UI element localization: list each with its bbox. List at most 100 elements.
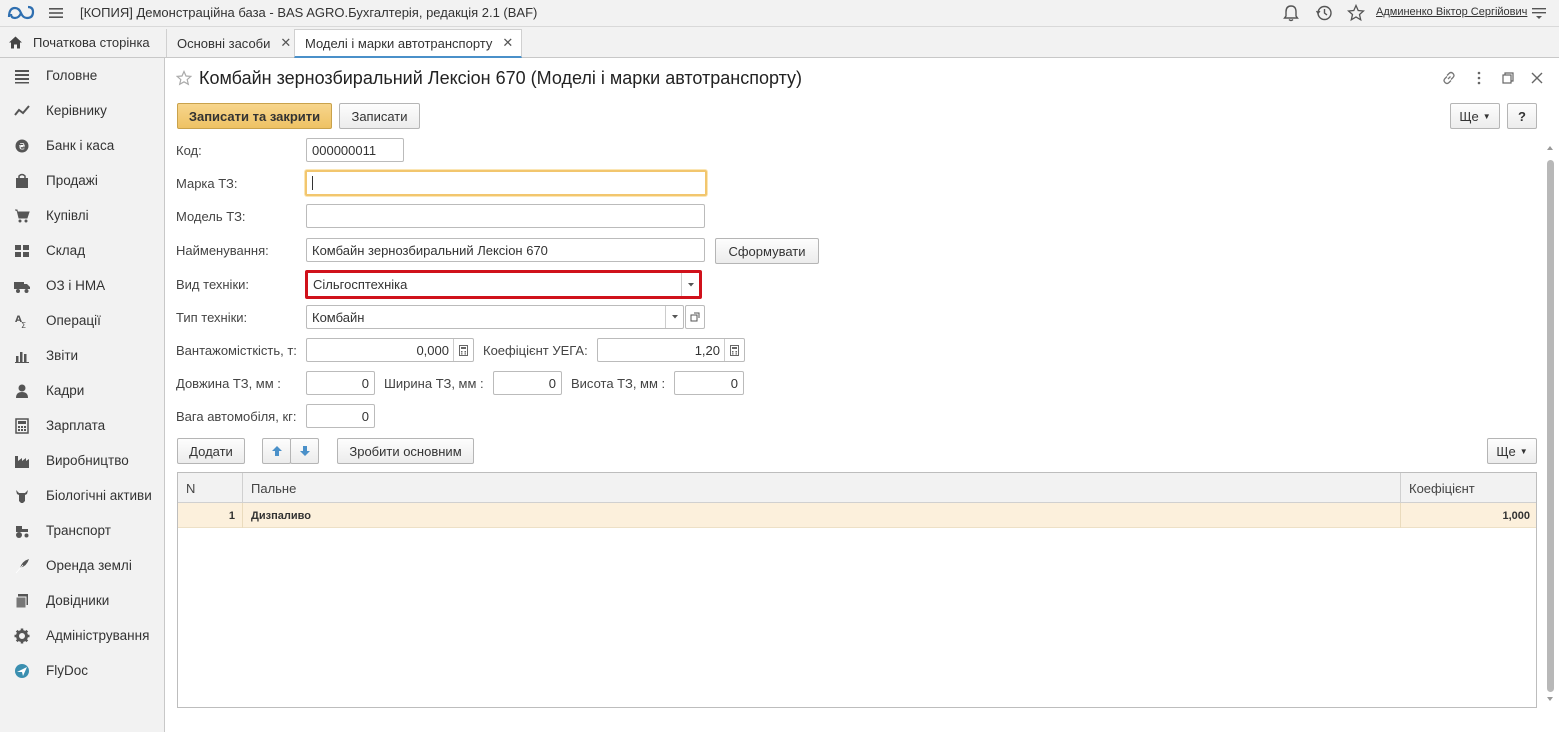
- table-more-button[interactable]: Ще ▼: [1487, 438, 1537, 464]
- vertical-scrollbar[interactable]: [1547, 160, 1554, 692]
- sidebar-item-operations[interactable]: AΣ Операції: [0, 303, 164, 338]
- height-field[interactable]: 0: [674, 371, 744, 395]
- settings-menu-icon[interactable]: [1530, 4, 1548, 22]
- link-icon[interactable]: [1441, 70, 1457, 86]
- add-row-button[interactable]: Додати: [177, 438, 245, 464]
- table-row[interactable]: 1 Дизпаливо 1,000: [178, 503, 1536, 528]
- sidebar-item-transport[interactable]: Транспорт: [0, 513, 164, 548]
- sidebar-item-main[interactable]: Головне: [0, 58, 164, 93]
- sidebar-item-administration[interactable]: Адміністрування: [0, 618, 164, 653]
- home-icon: [9, 36, 22, 48]
- tab-home[interactable]: Початкова сторінка: [0, 27, 165, 57]
- close-icon[interactable]: ✕: [280, 35, 291, 51]
- sidebar-item-reports[interactable]: Звіти: [0, 338, 164, 373]
- type-label: Тип техніки:: [176, 310, 248, 325]
- brand-field[interactable]: [305, 170, 707, 196]
- sidebar-item-purchases[interactable]: Купівлі: [0, 198, 164, 233]
- vehicle-type-value: Комбайн: [312, 309, 365, 325]
- hamburger-menu-icon[interactable]: [48, 5, 64, 21]
- sidebar-item-warehouse[interactable]: Склад: [0, 233, 164, 268]
- operations-icon: AΣ: [15, 315, 26, 329]
- scroll-up-icon[interactable]: [1546, 145, 1554, 151]
- vehicle-kind-value: Сільгосптехніка: [313, 277, 408, 292]
- sidebar-item-fixed-assets[interactable]: ОЗ і НМА: [0, 268, 164, 303]
- sidebar-item-directories[interactable]: Довідники: [0, 583, 164, 618]
- make-main-button[interactable]: Зробити основним: [337, 438, 474, 464]
- person-icon: [16, 384, 28, 398]
- more-vertical-icon[interactable]: [1471, 70, 1487, 86]
- dropdown-button[interactable]: [665, 306, 683, 328]
- open-item-button[interactable]: [685, 305, 705, 329]
- sidebar-item-label: Керівнику: [46, 103, 107, 118]
- sidebar-item-manager[interactable]: Керівнику: [0, 93, 164, 128]
- move-up-button[interactable]: [262, 438, 291, 464]
- tab-home-label: Початкова сторінка: [33, 34, 150, 50]
- text-cursor: [312, 176, 313, 190]
- chevron-down-icon: ▼: [1519, 446, 1528, 456]
- close-icon[interactable]: ✕: [502, 35, 513, 51]
- save-and-close-button[interactable]: Записати та закрити: [177, 103, 332, 129]
- column-header-n[interactable]: N: [178, 473, 243, 503]
- sidebar-item-label: Склад: [46, 243, 86, 258]
- sidebar-item-salary[interactable]: Зарплата: [0, 408, 164, 443]
- bar-chart-icon: [15, 352, 29, 363]
- gear-icon: [14, 628, 30, 644]
- flydoc-icon: [15, 664, 29, 678]
- tab-vehicle-models[interactable]: Моделі і марки автотранспорту ✕: [294, 29, 523, 58]
- close-icon[interactable]: [1529, 70, 1545, 86]
- width-field[interactable]: 0: [493, 371, 562, 395]
- sidebar-item-label: Купівлі: [46, 208, 89, 223]
- favorites-star-icon[interactable]: [1347, 4, 1365, 22]
- name-field[interactable]: Комбайн зернозбиральний Лексіон 670: [306, 238, 705, 262]
- sidebar-item-production[interactable]: Виробництво: [0, 443, 164, 478]
- sidebar-item-bio-assets[interactable]: Біологічні активи: [0, 478, 164, 513]
- title-bar: [КОПИЯ] Демонстраційна база - BAS AGRO.Б…: [0, 0, 1559, 27]
- vehicle-type-select[interactable]: Комбайн: [306, 305, 684, 329]
- history-icon[interactable]: [1315, 4, 1333, 22]
- move-down-button[interactable]: [290, 438, 319, 464]
- sidebar-item-label: Банк і каса: [46, 138, 115, 153]
- more-button[interactable]: Ще ▼: [1450, 103, 1500, 129]
- sidebar-item-label: ОЗ і НМА: [46, 278, 106, 293]
- sidebar-item-sales[interactable]: Продажі: [0, 163, 164, 198]
- code-field[interactable]: 000000011: [306, 138, 404, 162]
- generate-button[interactable]: Сформувати: [715, 238, 819, 264]
- vehicle-kind-select[interactable]: Сільгосптехніка: [305, 270, 702, 299]
- calculator-button[interactable]: [453, 339, 473, 361]
- capacity-value: 0,000: [416, 342, 449, 358]
- weight-field[interactable]: 0: [306, 404, 375, 428]
- dropdown-button[interactable]: [681, 273, 699, 296]
- restore-window-icon[interactable]: [1500, 70, 1516, 86]
- fuel-table[interactable]: N Пальне Коефіцієнт 1 Дизпаливо 1,000: [177, 472, 1537, 708]
- tab-fixed-assets[interactable]: Основні засоби ✕: [166, 29, 301, 57]
- app-logo-icon[interactable]: [6, 3, 36, 23]
- truck-icon: [14, 282, 30, 293]
- user-name-link[interactable]: Админенко Віктор Сергійович: [1376, 6, 1527, 18]
- calculator-button[interactable]: [724, 339, 744, 361]
- sidebar-item-label: Звіти: [46, 348, 79, 363]
- sidebar-item-label: Біологічні активи: [46, 488, 152, 503]
- model-field[interactable]: [306, 204, 705, 228]
- coin-icon: ₴: [15, 139, 29, 153]
- height-label: Висота ТЗ, мм :: [571, 376, 666, 391]
- bell-icon[interactable]: [1282, 4, 1300, 22]
- scroll-down-icon[interactable]: [1546, 696, 1554, 702]
- sidebar-item-bank[interactable]: ₴ Банк і каса: [0, 128, 164, 163]
- sidebar-item-label: FlyDoc: [46, 663, 89, 678]
- chevron-down-icon: [671, 315, 678, 319]
- help-button[interactable]: ?: [1507, 103, 1537, 129]
- table-header: N Пальне Коефіцієнт: [178, 473, 1536, 503]
- sidebar-item-hr[interactable]: Кадри: [0, 373, 164, 408]
- column-header-fuel[interactable]: Пальне: [243, 473, 1401, 503]
- sidebar-item-label: Головне: [46, 68, 98, 83]
- column-header-coef[interactable]: Коефіцієнт: [1401, 473, 1538, 503]
- save-button[interactable]: Записати: [339, 103, 420, 129]
- sidebar-item-flydoc[interactable]: FlyDoc: [0, 653, 164, 688]
- sidebar-item-land-lease[interactable]: Оренда землі: [0, 548, 164, 583]
- length-field[interactable]: 0: [306, 371, 375, 395]
- tab-label: Основні засоби: [177, 35, 271, 51]
- favorite-star-icon[interactable]: [176, 70, 192, 86]
- uega-field[interactable]: 1,20: [597, 338, 745, 362]
- more-label: Ще: [1459, 108, 1479, 124]
- capacity-field[interactable]: 0,000: [306, 338, 474, 362]
